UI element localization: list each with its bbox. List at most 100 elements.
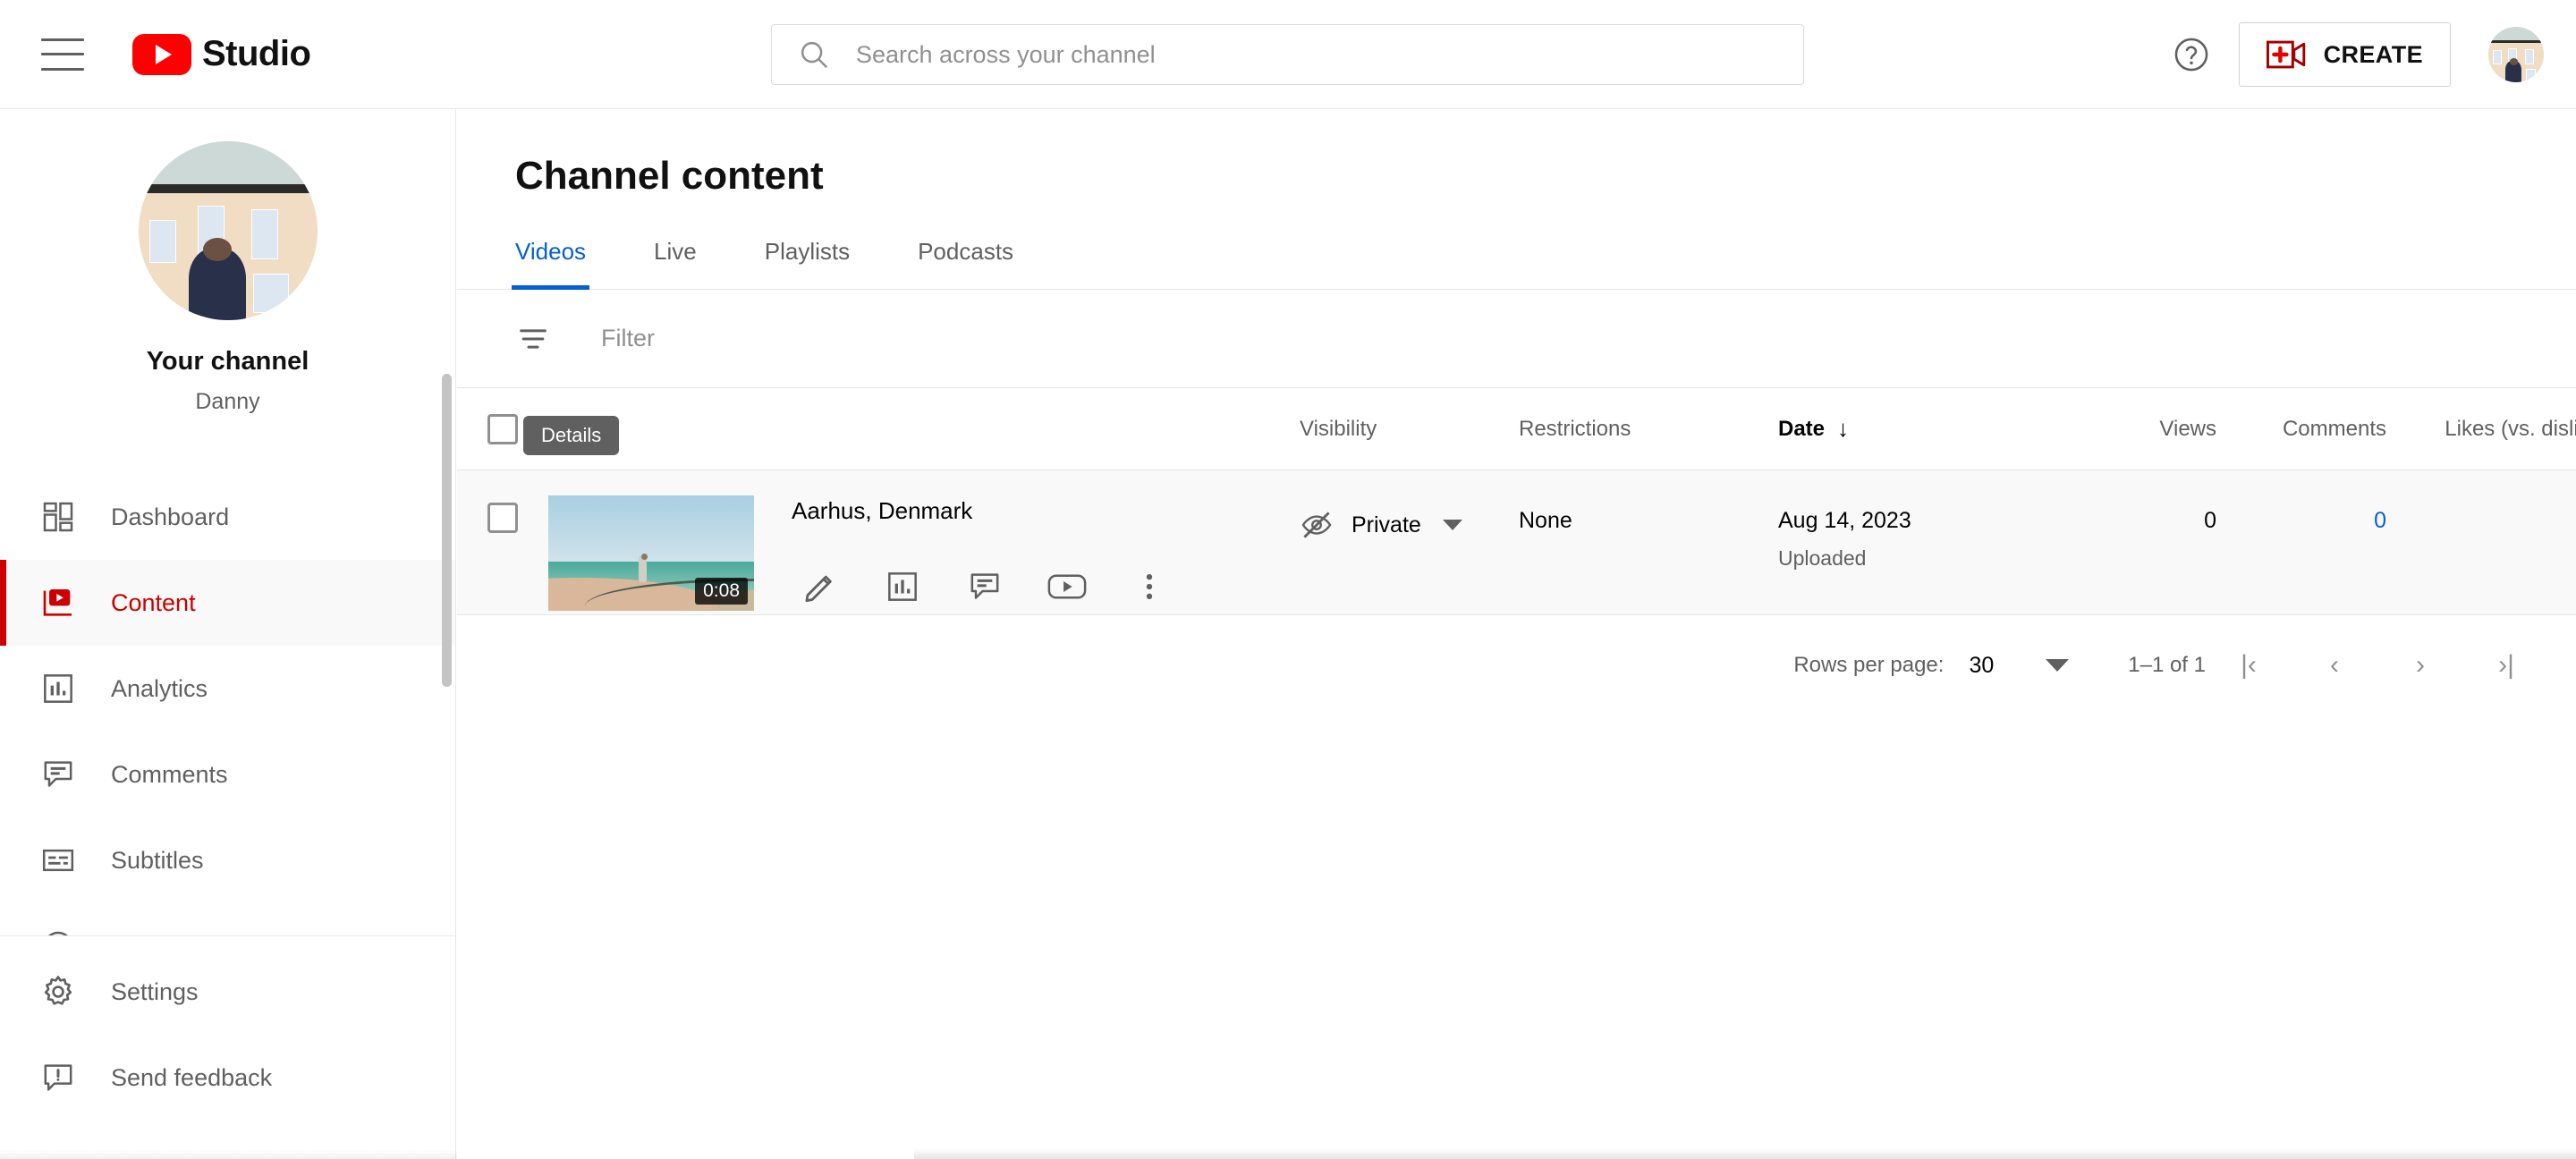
gear-icon <box>38 971 79 1012</box>
tab-playlists[interactable]: Playlists <box>765 238 875 289</box>
column-header-views[interactable]: Views <box>2046 417 2216 442</box>
bottom-shadow <box>914 1148 2576 1159</box>
filter-icon[interactable] <box>515 321 551 357</box>
row-select-cell <box>457 470 548 533</box>
brand-label: Studio <box>202 34 310 74</box>
first-page-button[interactable]: |‹ <box>2206 639 2292 692</box>
search-input[interactable]: Search across your channel <box>771 24 1804 85</box>
more-vertical-icon <box>1134 569 1165 605</box>
comments-value[interactable]: 0 <box>2216 470 2386 534</box>
details-button[interactable] <box>779 559 861 614</box>
comments-cell: 0 <box>2216 470 2386 534</box>
sidebar-item-analytics[interactable]: Analytics <box>0 646 455 732</box>
rows-per-page-value[interactable]: 30 <box>1969 653 1994 679</box>
tab-videos[interactable]: Videos <box>515 238 611 289</box>
main-content: Channel content Videos Live Playlists Po… <box>457 109 2576 1159</box>
video-duration: 0:08 <box>695 578 748 605</box>
filter-input[interactable]: Filter <box>601 325 655 352</box>
table-row[interactable]: 0:08 Aarhus, Denmark <box>457 470 2576 615</box>
sidebar-item-comments[interactable]: Comments <box>0 732 455 817</box>
sidebar-item-label: Settings <box>111 978 199 1006</box>
tab-label: Live <box>654 238 697 265</box>
sidebar-item-label: Content <box>111 589 196 617</box>
column-header-visibility[interactable]: Visibility <box>1300 417 1519 442</box>
channel-heading: Your channel <box>147 347 309 376</box>
avatar[interactable] <box>2488 27 2544 82</box>
tab-label: Playlists <box>765 238 850 265</box>
column-header-video[interactable]: Video <box>548 417 1300 442</box>
analytics-button[interactable] <box>861 559 944 614</box>
top-bar: Studio Search across your channel <box>0 0 2576 109</box>
sidebar-item-label: Send feedback <box>111 1064 272 1092</box>
column-header-comments[interactable]: Comments <box>2216 417 2386 442</box>
sidebar-scrollbar[interactable] <box>442 374 452 687</box>
pencil-edit-icon <box>801 568 839 605</box>
studio-brand-logo[interactable]: Studio <box>132 34 310 75</box>
likes-value: – <box>2386 470 2576 534</box>
filter-bar: Filter <box>457 290 2576 388</box>
column-header-restrictions[interactable]: Restrictions <box>1519 417 1778 442</box>
help-circle-icon[interactable] <box>2164 27 2219 82</box>
video-title[interactable]: Aarhus, Denmark <box>792 497 1191 525</box>
sidebar-item-dashboard[interactable]: Dashboard <box>0 474 455 560</box>
comments-button[interactable] <box>944 559 1026 614</box>
sidebar-item-settings[interactable]: Settings <box>0 949 455 1035</box>
search-icon <box>797 38 831 72</box>
select-all-checkbox[interactable] <box>487 414 518 444</box>
sort-descending-icon: ↓ <box>1837 415 1849 443</box>
search-container: Search across your channel <box>771 24 1804 85</box>
sidebar-item-content[interactable]: Content <box>0 560 455 646</box>
column-header-date[interactable]: Date ↓ <box>1778 415 2046 443</box>
sidebar-item-send-feedback[interactable]: Send feedback <box>0 1035 455 1121</box>
pagination-range: 1–1 of 1 <box>2128 653 2206 678</box>
restrictions-value: None <box>1519 470 1778 534</box>
views-cell: 0 <box>2046 470 2216 534</box>
content-video-icon <box>38 582 79 623</box>
column-header-likes[interactable]: Likes (vs. dislikes) <box>2386 417 2576 442</box>
page-title: Channel content <box>515 154 2576 199</box>
sidebar-item-label: Subtitles <box>111 847 204 875</box>
table-header: Video Visibility Restrictions Date ↓ Vie… <box>457 388 2576 470</box>
date-cell: Aug 14, 2023 Uploaded <box>1778 470 2046 571</box>
tab-podcasts[interactable]: Podcasts <box>918 238 1038 289</box>
hamburger-menu-icon[interactable] <box>41 38 84 71</box>
tab-live[interactable]: Live <box>654 238 722 289</box>
tab-label: Videos <box>515 238 586 265</box>
chevron-down-icon[interactable] <box>2046 659 2069 672</box>
last-page-button[interactable]: ›| <box>2463 639 2549 692</box>
video-thumbnail[interactable]: 0:08 <box>548 495 754 611</box>
comment-bubble-icon <box>967 569 1003 605</box>
comment-bubble-icon <box>38 754 79 795</box>
more-options-button[interactable] <box>1108 559 1191 614</box>
analytics-bars-icon <box>885 569 920 605</box>
eye-off-icon <box>1300 508 1334 542</box>
tooltip-details: Details <box>523 416 619 455</box>
sidebar-divider <box>0 935 455 936</box>
row-action-buttons <box>792 559 1191 614</box>
views-value: 0 <box>2046 470 2216 534</box>
subtitles-icon <box>38 840 79 881</box>
next-page-button[interactable]: › <box>2377 639 2463 692</box>
watch-on-youtube-button[interactable] <box>1026 559 1108 614</box>
restrictions-cell: None <box>1519 470 1778 534</box>
visibility-dropdown[interactable]: Private <box>1300 470 1519 542</box>
sidebar-nav: Dashboard Content Analytics <box>0 474 455 989</box>
sidebar-item-subtitles[interactable]: Subtitles <box>0 817 455 903</box>
date-status: Uploaded <box>1778 546 2046 571</box>
create-button[interactable]: CREATE <box>2239 22 2451 87</box>
previous-page-button[interactable]: ‹ <box>2292 639 2377 692</box>
row-checkbox[interactable] <box>487 503 518 533</box>
content-tabs: Videos Live Playlists Podcasts <box>515 238 2576 290</box>
date-value: Aug 14, 2023 <box>1778 470 2046 534</box>
chevron-down-icon <box>1443 520 1462 530</box>
tab-label: Podcasts <box>918 238 1013 265</box>
dashboard-grid-icon <box>38 496 79 537</box>
create-button-label: CREATE <box>2324 41 2423 69</box>
youtube-logo-icon <box>132 34 191 75</box>
channel-avatar[interactable] <box>139 141 318 320</box>
top-bar-actions: CREATE <box>2164 0 2544 109</box>
feedback-icon <box>38 1057 79 1098</box>
rows-per-page-label: Rows per page: <box>1793 653 1944 678</box>
video-cell-wrapper: 0:08 Aarhus, Denmark <box>548 470 1300 614</box>
sidebar-item-label: Dashboard <box>111 503 229 531</box>
